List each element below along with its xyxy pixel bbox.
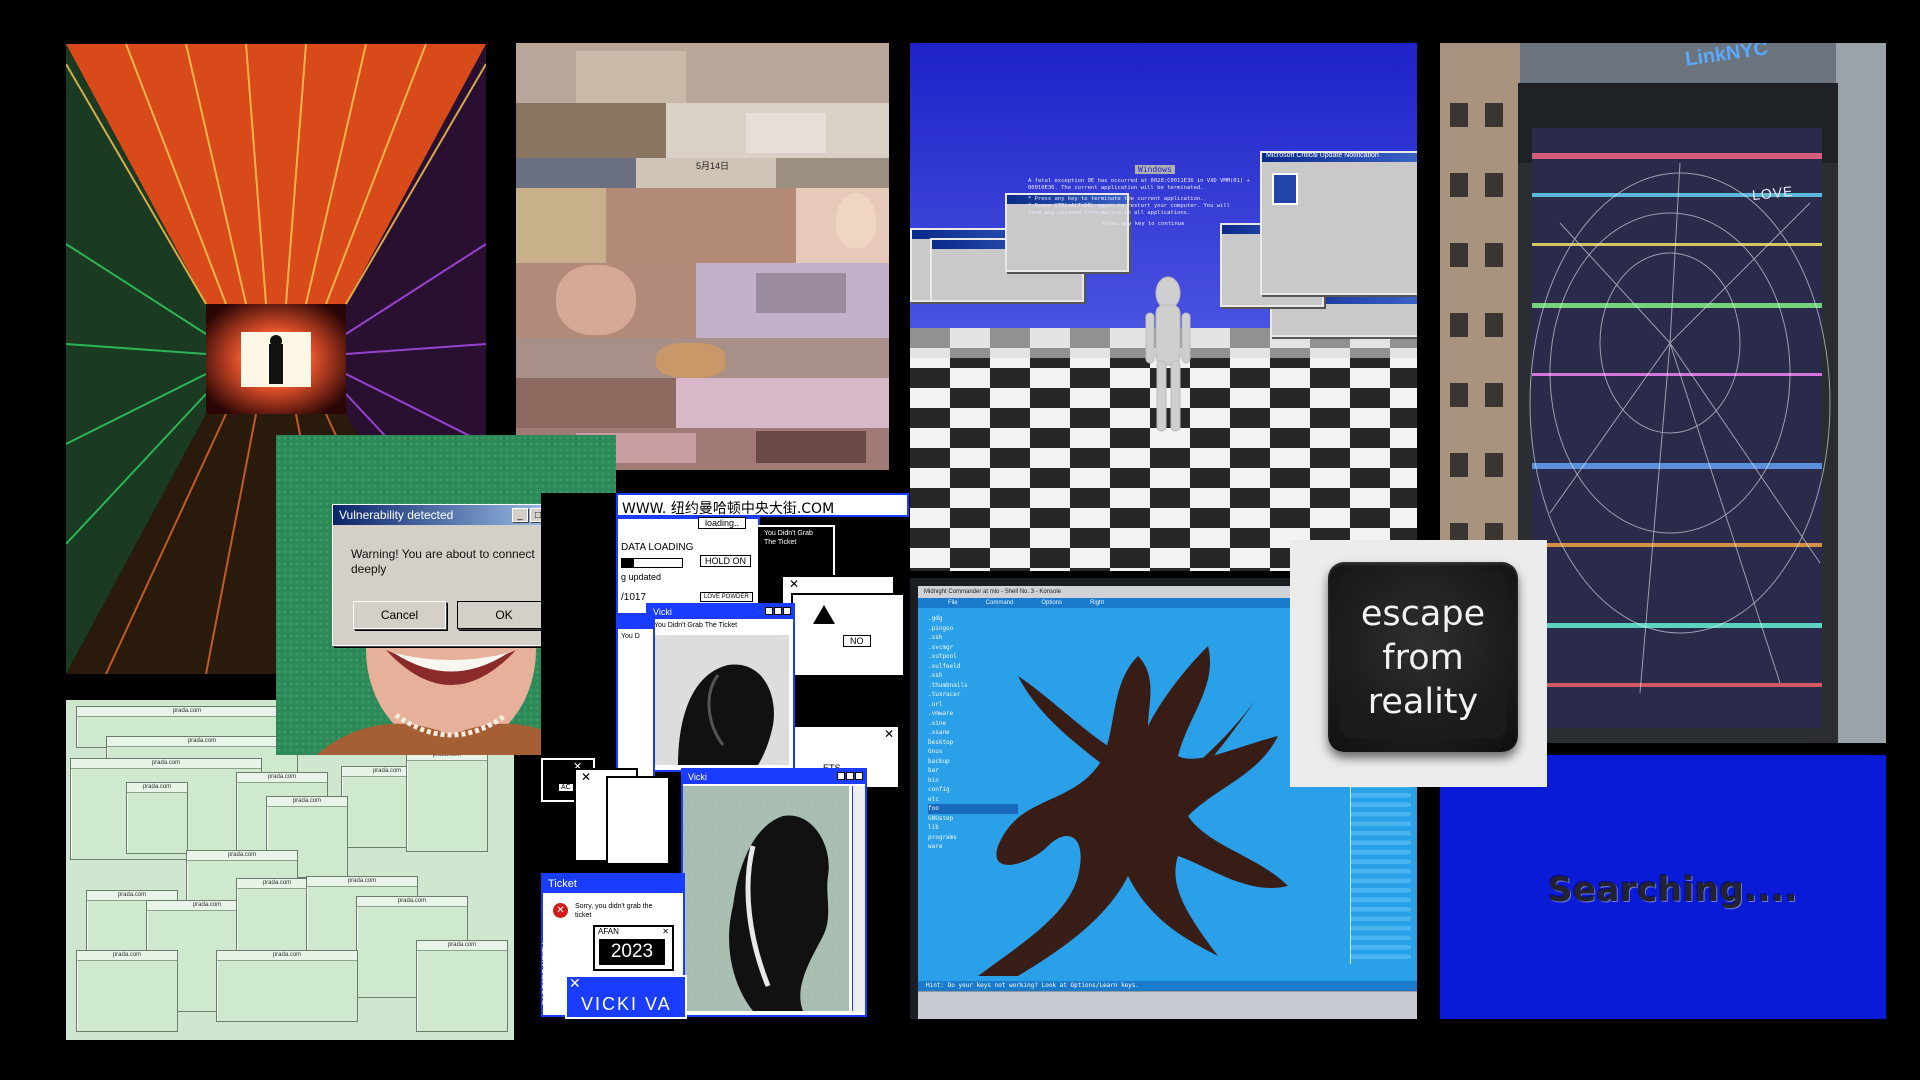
vicki2-titlebar: Vicki bbox=[683, 770, 865, 784]
dialog-titlebar: Vulnerability detected _ □ × bbox=[333, 505, 567, 525]
prada-window[interactable]: prada.com bbox=[416, 940, 508, 1032]
vulnerability-dialog: Vulnerability detected _ □ × Warning! Yo… bbox=[332, 504, 568, 646]
vicki-window-subtitle: You Didn't Grab The Ticket bbox=[654, 622, 738, 629]
close-icon[interactable] bbox=[855, 772, 863, 780]
keycap-line-1: escape bbox=[1360, 594, 1486, 634]
prada-window-titlebar: prada.com bbox=[217, 951, 357, 961]
progress-bar bbox=[621, 558, 683, 568]
profile-portrait-icon bbox=[648, 635, 789, 765]
profile-portrait-2-icon bbox=[683, 786, 849, 1011]
data-loading-label: DATA LOADING bbox=[621, 542, 694, 553]
terminal-status-line: Hint: Do your keys not working? Look at … bbox=[918, 981, 1417, 991]
afan-label: AFAN bbox=[598, 927, 619, 936]
left-window-1: You D bbox=[616, 613, 655, 792]
stack-window-2: NO bbox=[791, 593, 905, 677]
left-window-4 bbox=[606, 776, 670, 865]
minimize-icon[interactable] bbox=[765, 607, 773, 615]
warning-icon bbox=[813, 605, 835, 624]
prada-window-titlebar: prada.com bbox=[267, 797, 347, 807]
prada-window[interactable]: prada.com bbox=[216, 950, 358, 1022]
you-text: You D bbox=[621, 633, 640, 640]
ok-button[interactable]: OK bbox=[457, 601, 551, 629]
love-powder-button[interactable]: LOVE POWDER bbox=[700, 592, 753, 602]
prada-window-titlebar: prada.com bbox=[417, 941, 507, 951]
menu-options[interactable]: Options bbox=[1041, 598, 1062, 608]
keycap-line-2: from bbox=[1382, 638, 1464, 678]
prada-window-titlebar: prada.com bbox=[237, 879, 317, 889]
glitch-overlay-text: 5月14日 bbox=[696, 161, 730, 171]
url-bar: WWW. 纽约曼哈顿中央大街.COM bbox=[616, 493, 909, 517]
ticket-titlebar: Ticket bbox=[543, 875, 683, 893]
error-icon: ✕ bbox=[553, 903, 568, 918]
side-caption: ALIEN OBJECTS CONCERT TOUR bbox=[541, 943, 549, 1006]
bsod-checkerboard-image: Microsoft Critical Update Notification W… bbox=[910, 43, 1417, 571]
year-label: 2023 bbox=[599, 939, 665, 965]
minimize-icon[interactable] bbox=[837, 772, 845, 780]
escape-key-image: escape from reality bbox=[1290, 540, 1547, 787]
keycap: escape from reality bbox=[1328, 562, 1518, 752]
close-icon[interactable]: ✕ bbox=[569, 975, 581, 992]
close-icon[interactable]: ✕ bbox=[789, 577, 799, 591]
ac-button[interactable]: AC bbox=[559, 784, 573, 791]
ratio-label: /1017 bbox=[621, 592, 647, 603]
maximize-icon[interactable] bbox=[774, 607, 782, 615]
bsod-center-title: Windows bbox=[1135, 165, 1175, 174]
ticket-top-text: You Didn't Grab The Ticket bbox=[764, 530, 813, 546]
maximize-icon[interactable] bbox=[846, 772, 854, 780]
close-icon[interactable] bbox=[783, 607, 791, 615]
glitch-mosaic-image: 5月14日 bbox=[516, 43, 889, 470]
prada-window[interactable]: prada.com bbox=[406, 750, 488, 852]
prada-window-titlebar: prada.com bbox=[187, 851, 297, 861]
ticket-message: Sorry, you didn't grab the ticket bbox=[575, 903, 653, 919]
ticket-bottom: ✕ VICKI VA bbox=[565, 975, 687, 1019]
ticket-window: Ticket ✕ Sorry, you didn't grab the tick… bbox=[541, 873, 687, 1019]
hold-on-button[interactable]: HOLD ON bbox=[700, 555, 752, 567]
ink-creature-icon bbox=[978, 646, 1288, 976]
close-icon[interactable]: ✕ bbox=[884, 727, 894, 741]
vicki2-scrollbar[interactable] bbox=[852, 786, 865, 1011]
prada-window[interactable]: prada.com bbox=[126, 782, 188, 854]
menu-file[interactable]: File bbox=[948, 598, 958, 608]
vicki-name-label: VICKI VA bbox=[581, 994, 672, 1014]
prada-window[interactable]: prada.com bbox=[76, 950, 178, 1032]
prada-window-titlebar: prada.com bbox=[357, 897, 467, 907]
dialog-title: Vulnerability detected bbox=[339, 508, 454, 522]
loading-label: loading.. bbox=[698, 517, 747, 529]
prada-window-titlebar: prada.com bbox=[107, 737, 297, 747]
no-button[interactable]: NO bbox=[843, 635, 871, 647]
keycap-line-3: reality bbox=[1367, 682, 1479, 722]
vicki-titlebar: Vicki bbox=[648, 605, 793, 619]
menu-command[interactable]: Command bbox=[986, 598, 1014, 608]
vicki-window-2: Vicki bbox=[681, 768, 867, 1017]
menu-right[interactable]: Right bbox=[1090, 598, 1104, 608]
update-window-title: Microsoft Critical Update Notification bbox=[1266, 152, 1379, 159]
prada-window-titlebar: prada.com bbox=[127, 783, 187, 793]
searching-screen: Searching.... bbox=[1440, 755, 1886, 1019]
bsod-message: A fatal exception 0E has occurred at 002… bbox=[1028, 178, 1250, 227]
prada-window-titlebar: prada.com bbox=[77, 707, 297, 717]
afan-badge: AFAN ✕ 2023 bbox=[593, 925, 674, 971]
cancel-button[interactable]: Cancel bbox=[353, 601, 446, 629]
vicki-windows-image: WWW. 纽约曼哈顿中央大街.COM loading.. DATA LOADIN… bbox=[541, 493, 909, 1020]
close-icon[interactable]: ✕ bbox=[581, 770, 591, 784]
prada-window-titlebar: prada.com bbox=[71, 759, 261, 769]
keycap-face: escape from reality bbox=[1340, 572, 1506, 738]
vicki-window-main: Vicki You Didn't Grab The Ticket bbox=[646, 603, 795, 772]
minimize-icon[interactable]: _ bbox=[512, 508, 528, 522]
prada-window-titlebar: prada.com bbox=[237, 773, 327, 783]
close-icon[interactable]: ✕ bbox=[662, 927, 669, 936]
dialog-message: Warning! You are about to connect deeply bbox=[351, 547, 535, 576]
prada-window-titlebar: prada.com bbox=[77, 951, 177, 961]
prada-window-titlebar: prada.com bbox=[307, 877, 417, 887]
url-text: WWW. 纽约曼哈顿中央大街.COM bbox=[622, 501, 835, 517]
updated-label: g updated bbox=[621, 572, 662, 582]
terminal-taskbar bbox=[918, 991, 1417, 1019]
searching-text: Searching.... bbox=[1548, 870, 1798, 910]
